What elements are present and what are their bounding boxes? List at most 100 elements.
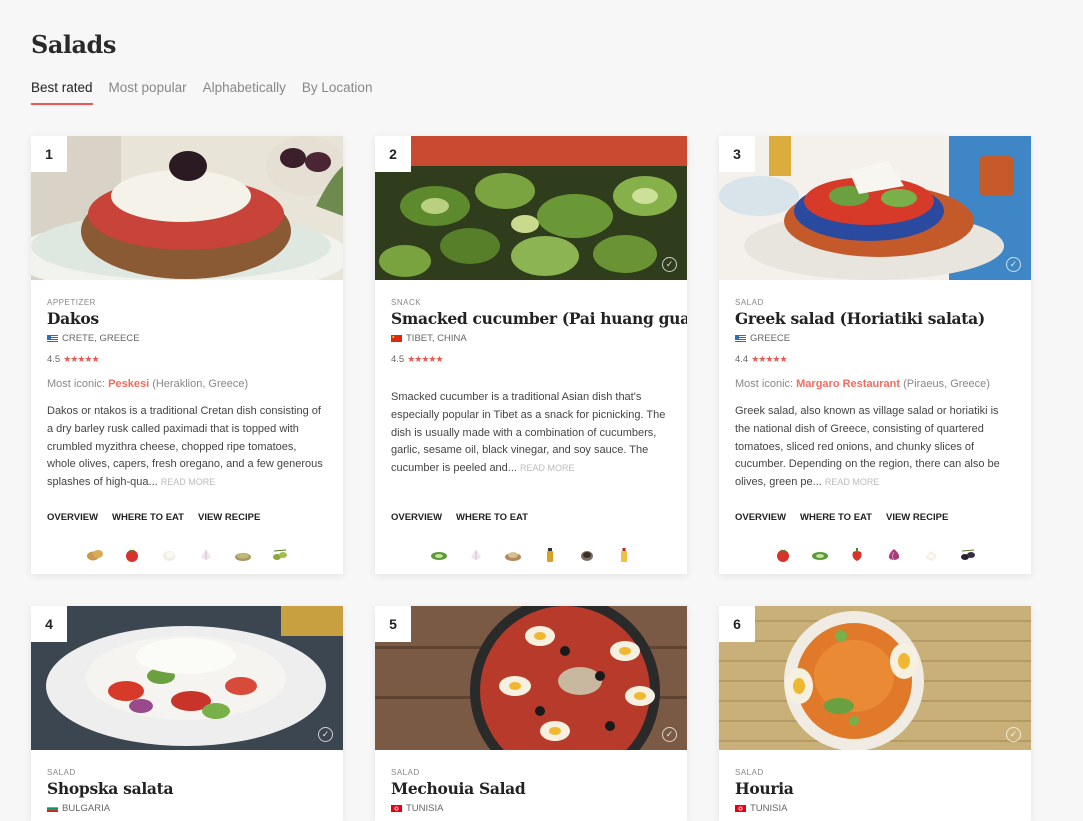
cucumber-icon[interactable] (811, 548, 829, 562)
sesame-icon[interactable] (504, 548, 522, 562)
where-to-eat-link[interactable]: WHERE TO EAT (456, 512, 528, 523)
greece-flag-icon (47, 335, 58, 342)
rank-badge: 3 (719, 136, 755, 172)
dish-image[interactable]: 2 ✓ (375, 136, 687, 280)
where-to-eat-link[interactable]: WHERE TO EAT (112, 512, 184, 523)
dish-location[interactable]: TUNISIA (735, 803, 1015, 814)
most-iconic: Most iconic: Peskesi (Heraklion, Greece) (47, 378, 327, 390)
dish-location[interactable]: TUNISIA (391, 803, 671, 814)
rating-stars: ★★★★★ (751, 354, 787, 364)
checkmark-icon[interactable]: ✓ (318, 727, 333, 742)
dish-location[interactable]: CRETE, GREECE (47, 333, 327, 344)
rating-value: 4.4 (735, 354, 749, 365)
oregano-icon[interactable] (234, 548, 252, 562)
card-links: OVERVIEW WHERE TO EAT VIEW RECIPE (735, 512, 948, 523)
tomato-icon[interactable] (774, 548, 792, 562)
checkmark-icon[interactable]: ✓ (662, 257, 677, 272)
dish-description: Smacked cucumber is a traditional Asian … (391, 389, 671, 477)
olives-icon[interactable] (271, 548, 289, 562)
checkmark-icon[interactable]: ✓ (662, 727, 677, 742)
dish-image[interactable]: 5 ✓ (375, 606, 687, 750)
rating: 4.5 ★★★★★ (391, 354, 671, 365)
tunisia-flag-icon (391, 805, 402, 812)
view-recipe-link[interactable]: VIEW RECIPE (886, 512, 948, 523)
most-iconic: Most iconic: Margaro Restaurant (Piraeus… (735, 378, 1015, 390)
dish-image[interactable]: 6 ✓ (719, 606, 1031, 750)
iconic-place-link[interactable]: Peskesi (108, 378, 149, 390)
soy-sauce-icon[interactable] (615, 548, 633, 562)
dish-card[interactable]: 2 ✓ SNACK Smacked cucumber (Pai huang gu… (375, 136, 687, 574)
dish-name[interactable]: Houria (735, 779, 1015, 798)
garlic-icon[interactable] (197, 548, 215, 562)
rank-badge: 1 (31, 136, 67, 172)
dish-location[interactable]: TIBET, CHINA (391, 333, 671, 344)
feta-icon[interactable] (922, 548, 940, 562)
sort-tabs: Best rated Most popular Alphabetically B… (31, 80, 372, 105)
dish-location[interactable]: BULGARIA (47, 803, 327, 814)
tab-most-popular[interactable]: Most popular (109, 80, 187, 105)
ingredient-icons (31, 548, 343, 562)
tab-alphabetically[interactable]: Alphabetically (203, 80, 286, 105)
dish-name[interactable]: Smacked cucumber (Pai huang gua) (391, 309, 687, 328)
read-more-link[interactable]: READ MORE (520, 463, 575, 473)
overview-link[interactable]: OVERVIEW (735, 512, 786, 523)
dish-card[interactable]: 4 ✓ SALAD Shopska salata BULGARIA (31, 606, 343, 821)
rank-badge: 4 (31, 606, 67, 642)
overview-link[interactable]: OVERVIEW (47, 512, 98, 523)
dish-description: Greek salad, also known as village salad… (735, 403, 1015, 491)
garlic-icon[interactable] (467, 548, 485, 562)
dish-image[interactable]: 3 ✓ (719, 136, 1031, 280)
view-recipe-link[interactable]: VIEW RECIPE (198, 512, 260, 523)
read-more-link[interactable]: READ MORE (161, 477, 216, 487)
olives-icon[interactable] (959, 548, 977, 562)
oil-bottle-icon[interactable] (541, 548, 559, 562)
read-more-link[interactable]: READ MORE (825, 477, 880, 487)
rating-value: 4.5 (391, 354, 405, 365)
dish-card[interactable]: 6 ✓ SALAD Houria TUNISIA (719, 606, 1031, 821)
rating: 4.5 ★★★★★ (47, 354, 327, 365)
tomato-icon[interactable] (123, 548, 141, 562)
dish-name[interactable]: Greek salad (Horiatiki salata) (735, 309, 1015, 328)
tunisia-flag-icon (735, 805, 746, 812)
rating-stars: ★★★★★ (407, 354, 443, 364)
where-to-eat-link[interactable]: WHERE TO EAT (800, 512, 872, 523)
iconic-where: (Piraeus, Greece) (903, 378, 990, 390)
cucumber-icon[interactable] (430, 548, 448, 562)
bulgaria-flag-icon (47, 805, 58, 812)
checkmark-icon[interactable]: ✓ (1006, 727, 1021, 742)
dish-card[interactable]: 1 APPETIZER Dakos CRETE, GREECE 4.5 ★★★★★… (31, 136, 343, 574)
dish-name[interactable]: Shopska salata (47, 779, 327, 798)
dish-category: SALAD (735, 768, 764, 777)
description-text: Smacked cucumber is a traditional Asian … (391, 391, 666, 475)
dish-image[interactable]: 1 (31, 136, 343, 280)
dish-category: APPETIZER (47, 298, 96, 307)
tab-best-rated[interactable]: Best rated (31, 80, 93, 105)
dish-category: SALAD (391, 768, 420, 777)
dish-name[interactable]: Dakos (47, 309, 327, 328)
rating-stars: ★★★★★ (63, 354, 99, 364)
location-text: TIBET, CHINA (406, 333, 467, 344)
iconic-label: Most iconic: (47, 378, 106, 390)
vinegar-icon[interactable] (578, 548, 596, 562)
iconic-place-link[interactable]: Margaro Restaurant (796, 378, 900, 390)
checkmark-icon[interactable]: ✓ (1006, 257, 1021, 272)
dish-card[interactable]: 3 ✓ SALAD Greek salad (Horiatiki salata)… (719, 136, 1031, 574)
dish-image[interactable]: 4 ✓ (31, 606, 343, 750)
ingredient-icons (375, 548, 687, 562)
rank-badge: 6 (719, 606, 755, 642)
dish-name[interactable]: Mechouia Salad (391, 779, 671, 798)
dish-card[interactable]: 5 ✓ SALAD Mechouia Salad TUNISIA (375, 606, 687, 821)
dish-category: SALAD (735, 298, 764, 307)
cheese-icon[interactable] (160, 548, 178, 562)
overview-link[interactable]: OVERVIEW (391, 512, 442, 523)
rank-badge: 2 (375, 136, 411, 172)
bread-icon[interactable] (86, 548, 104, 562)
dish-description: Dakos or ntakos is a traditional Cretan … (47, 403, 327, 491)
pepper-icon[interactable] (848, 548, 866, 562)
tab-by-location[interactable]: By Location (302, 80, 373, 105)
onion-icon[interactable] (885, 548, 903, 562)
greece-flag-icon (735, 335, 746, 342)
iconic-label: Most iconic: (735, 378, 794, 390)
location-text: BULGARIA (62, 803, 111, 814)
dish-location[interactable]: GREECE (735, 333, 1015, 344)
